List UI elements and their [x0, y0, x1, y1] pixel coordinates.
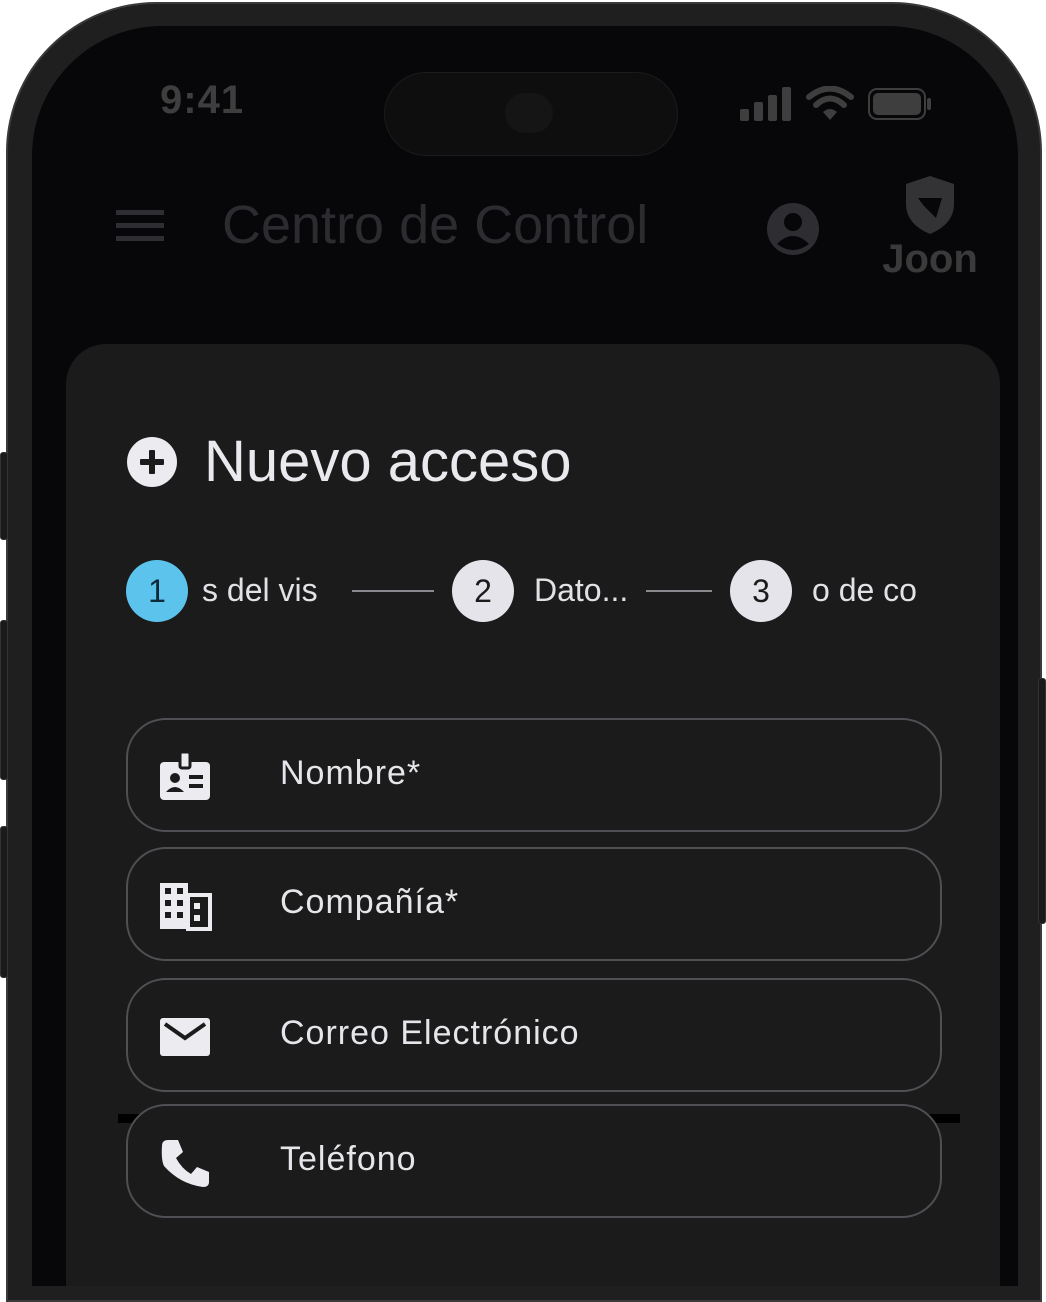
- app-title: Centro de Control: [222, 195, 649, 255]
- step-1-label: s del vis: [202, 572, 318, 608]
- side-button-left-1: [0, 452, 8, 540]
- step-2-number: 2: [474, 572, 492, 609]
- step-2-label: Dato...: [534, 572, 629, 608]
- shield-logo-icon: [906, 176, 954, 234]
- wifi-icon: [806, 86, 854, 120]
- step-3-number: 3: [752, 572, 770, 609]
- name-field-label: Nombre*: [280, 754, 422, 792]
- phone-frame: 9:41 Centro de Control Joon Nuevo acceso…: [6, 2, 1042, 1302]
- step-3-indicator[interactable]: 3: [730, 560, 792, 622]
- camera-icon: [505, 93, 553, 133]
- phone-screen: 9:41 Centro de Control Joon Nuevo acceso…: [32, 26, 1018, 1286]
- mail-icon: [160, 1018, 210, 1056]
- phone-field[interactable]: Teléfono: [126, 1104, 942, 1218]
- sheet-header: Nuevo acceso: [126, 428, 572, 495]
- status-icons: [740, 86, 932, 122]
- status-time: 9:41: [160, 78, 245, 122]
- side-button-left-3: [0, 826, 8, 978]
- add-circle-icon: [127, 436, 177, 487]
- signal-icon: [740, 87, 791, 121]
- hamburger-menu-icon: [116, 210, 164, 241]
- step-3-label: o de co: [812, 572, 917, 608]
- profile-button[interactable]: [766, 202, 820, 261]
- email-field-label: Correo Electrónico: [280, 1014, 580, 1052]
- step-1-indicator[interactable]: 1: [126, 560, 188, 622]
- step-connector-2: [646, 590, 712, 592]
- step-2-indicator[interactable]: 2: [452, 560, 514, 622]
- account-circle-icon: [767, 203, 819, 255]
- dynamic-island: [384, 72, 678, 156]
- step-connector-1: [352, 590, 434, 592]
- new-access-sheet: Nuevo acceso 1 s del vis 2 Dato... 3 o d…: [66, 344, 1000, 1286]
- sheet-title: Nuevo acceso: [204, 429, 572, 494]
- brand-logo: Joon: [870, 174, 990, 282]
- phone-icon: [161, 1140, 209, 1187]
- side-button-left-2: [0, 620, 8, 780]
- contact-card-icon: [160, 750, 210, 800]
- building-icon: [160, 883, 212, 931]
- step-1-number: 1: [148, 572, 166, 609]
- company-field[interactable]: Compañía*: [126, 847, 942, 961]
- battery-icon: [868, 88, 931, 120]
- email-field[interactable]: Correo Electrónico: [126, 978, 942, 1092]
- brand-name: Joon: [882, 237, 978, 281]
- phone-field-label: Teléfono: [280, 1140, 417, 1178]
- menu-button[interactable]: [116, 208, 164, 249]
- side-button-right: [1038, 678, 1046, 924]
- name-field[interactable]: Nombre*: [126, 718, 942, 832]
- company-field-label: Compañía*: [280, 883, 460, 921]
